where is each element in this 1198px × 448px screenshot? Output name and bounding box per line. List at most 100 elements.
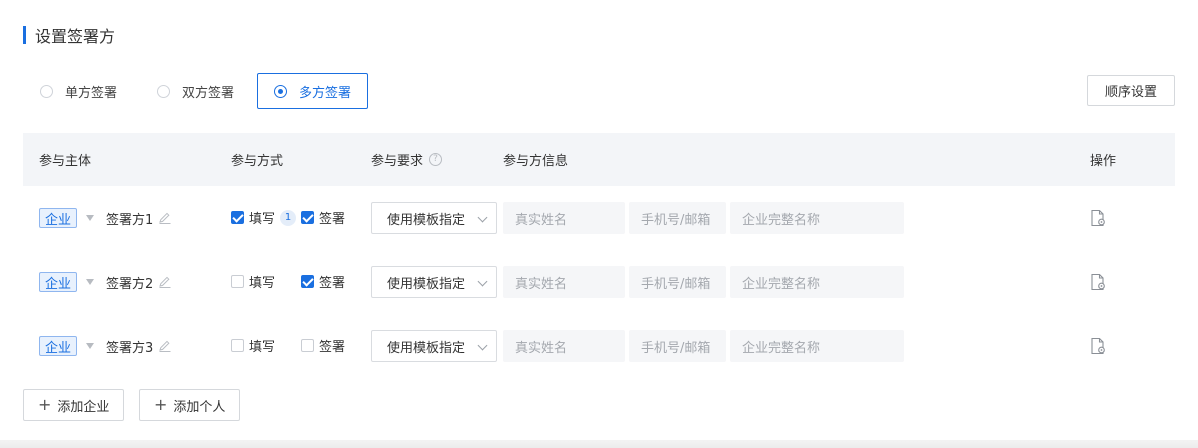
radio-dot[interactable] xyxy=(274,84,288,98)
sign-mode-radio-group: 单方签署 双方签署 多方签署 xyxy=(23,73,374,109)
requirement-cell: 使用模板指定 xyxy=(371,330,497,362)
chevron-down-icon xyxy=(477,212,488,223)
checkbox-box[interactable] xyxy=(231,275,244,288)
header-actions: 操作 xyxy=(1090,154,1117,169)
header-requirement: 参与要求 ? xyxy=(371,133,443,186)
pencil-icon[interactable] xyxy=(158,275,172,289)
document-settings-icon[interactable] xyxy=(1090,337,1106,355)
table-body: 企业 签署方1 填写 1 签署 使用模板指定 真实姓名 手机号/邮箱 企业完整名… xyxy=(23,186,1175,378)
checkbox-box[interactable] xyxy=(301,275,314,288)
add-company-label: 添加企业 xyxy=(57,399,110,415)
method-cell: 填写 1 xyxy=(231,208,297,227)
info-cell: 真实姓名 手机号/邮箱 企业完整名称 xyxy=(503,266,904,298)
order-settings-button[interactable]: 顺序设置 xyxy=(1087,75,1175,106)
chevron-down-icon xyxy=(477,340,488,351)
subject-cell: 企业 签署方3 xyxy=(39,336,172,356)
requirement-select[interactable]: 使用模板指定 xyxy=(371,266,497,298)
requirement-value: 使用模板指定 xyxy=(387,276,466,292)
actions-cell xyxy=(1090,337,1106,355)
requirement-value: 使用模板指定 xyxy=(387,340,466,356)
actions-cell xyxy=(1090,273,1106,291)
table-row: 企业 签署方3 填写 签署 使用模板指定 真实姓名 手机号/邮箱 企业完整名称 xyxy=(23,314,1175,378)
party-name: 签署方1 xyxy=(106,212,154,228)
subject-cell: 企业 签署方2 xyxy=(39,272,172,292)
page: 设置签署方 单方签署 双方签署 多方签署 顺序设置 参与主体 参与方式 参与要求… xyxy=(0,0,1198,448)
sign-checkbox[interactable]: 签署 xyxy=(301,272,345,291)
fill-checkbox[interactable]: 填写 1 xyxy=(231,208,297,227)
real-name-input[interactable]: 真实姓名 xyxy=(503,330,625,362)
checkbox-box[interactable] xyxy=(231,339,244,352)
radio-dot[interactable] xyxy=(40,84,53,98)
pencil-icon[interactable] xyxy=(158,339,172,353)
real-name-input[interactable]: 真实姓名 xyxy=(503,202,625,234)
plus-icon: + xyxy=(38,395,52,414)
add-person-button[interactable]: + 添加个人 xyxy=(139,389,241,421)
requirement-cell: 使用模板指定 xyxy=(371,202,497,234)
party-name: 签署方2 xyxy=(106,276,154,292)
requirement-value: 使用模板指定 xyxy=(387,212,466,228)
radio-label: 单方签署 xyxy=(65,85,118,101)
caret-down-icon[interactable] xyxy=(86,343,95,349)
fill-label: 填写 xyxy=(249,276,276,291)
help-icon[interactable]: ? xyxy=(429,153,443,166)
header-info: 参与方信息 xyxy=(503,154,569,169)
sign-checkbox[interactable]: 签署 xyxy=(301,208,345,227)
signer-table: 参与主体 参与方式 参与要求 ? 参与方信息 操作 企业 签署方1 填写 1 签… xyxy=(23,133,1175,378)
fill-label: 填写 xyxy=(249,340,276,355)
radio-dual-sign[interactable]: 双方签署 xyxy=(140,73,251,109)
method-cell: 填写 xyxy=(231,272,275,291)
checkbox-box[interactable] xyxy=(231,211,244,224)
entity-type-tag[interactable]: 企业 xyxy=(39,272,78,292)
party-name: 签署方3 xyxy=(106,340,154,356)
caret-down-icon[interactable] xyxy=(86,279,95,285)
fill-checkbox[interactable]: 填写 xyxy=(231,272,275,291)
table-row: 企业 签署方1 填写 1 签署 使用模板指定 真实姓名 手机号/邮箱 企业完整名… xyxy=(23,186,1175,250)
document-settings-icon[interactable] xyxy=(1090,209,1106,227)
radio-label: 多方签署 xyxy=(299,85,352,101)
header-requirement-label: 参与要求 xyxy=(371,154,424,169)
caret-down-icon[interactable] xyxy=(86,215,95,221)
method-cell: 填写 xyxy=(231,336,275,355)
footer-divider xyxy=(0,440,1198,448)
company-name-input[interactable]: 企业完整名称 xyxy=(730,266,904,298)
radio-dot[interactable] xyxy=(157,84,171,98)
actions-cell xyxy=(1090,209,1106,227)
fill-checkbox[interactable]: 填写 xyxy=(231,336,275,355)
sign-label: 签署 xyxy=(319,340,346,355)
radio-multi-sign[interactable]: 多方签署 xyxy=(257,73,369,109)
table-header: 参与主体 参与方式 参与要求 ? 参与方信息 操作 xyxy=(23,133,1175,186)
header-subject: 参与主体 xyxy=(39,154,92,169)
sign-cell: 签署 xyxy=(301,208,345,227)
requirement-select[interactable]: 使用模板指定 xyxy=(371,330,497,362)
chevron-down-icon xyxy=(477,276,488,287)
checkbox-box[interactable] xyxy=(301,211,314,224)
real-name-input[interactable]: 真实姓名 xyxy=(503,266,625,298)
contact-input[interactable]: 手机号/邮箱 xyxy=(629,202,726,234)
contact-input[interactable]: 手机号/邮箱 xyxy=(629,330,726,362)
radio-label: 双方签署 xyxy=(182,85,235,101)
sign-checkbox[interactable]: 签署 xyxy=(301,336,345,355)
sign-cell: 签署 xyxy=(301,336,345,355)
pencil-icon[interactable] xyxy=(158,211,172,225)
sign-label: 签署 xyxy=(319,212,346,227)
document-settings-icon[interactable] xyxy=(1090,273,1106,291)
requirement-select[interactable]: 使用模板指定 xyxy=(371,202,497,234)
title-accent-bar xyxy=(23,26,26,44)
entity-type-tag[interactable]: 企业 xyxy=(39,208,78,228)
table-row: 企业 签署方2 填写 签署 使用模板指定 真实姓名 手机号/邮箱 企业完整名称 xyxy=(23,250,1175,314)
header-method: 参与方式 xyxy=(231,154,284,169)
contact-input[interactable]: 手机号/邮箱 xyxy=(629,266,726,298)
subject-cell: 企业 签署方1 xyxy=(39,208,172,228)
add-company-button[interactable]: + 添加企业 xyxy=(23,389,125,421)
requirement-cell: 使用模板指定 xyxy=(371,266,497,298)
fill-count-badge: 1 xyxy=(280,209,297,226)
radio-single-sign[interactable]: 单方签署 xyxy=(23,73,134,109)
company-name-input[interactable]: 企业完整名称 xyxy=(730,202,904,234)
section-title: 设置签署方 xyxy=(23,25,115,46)
entity-type-tag[interactable]: 企业 xyxy=(39,336,78,356)
add-person-label: 添加个人 xyxy=(173,399,226,415)
checkbox-box[interactable] xyxy=(301,339,314,352)
company-name-input[interactable]: 企业完整名称 xyxy=(730,330,904,362)
fill-label: 填写 xyxy=(249,212,276,227)
sign-label: 签署 xyxy=(319,276,346,291)
